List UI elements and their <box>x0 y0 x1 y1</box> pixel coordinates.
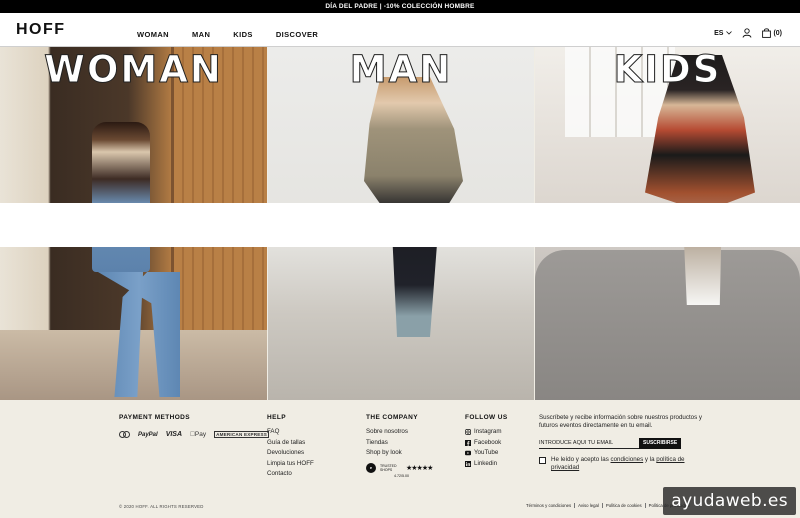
apple-pay-icon: Pay <box>190 431 206 438</box>
language-label: ES <box>714 29 724 37</box>
instagram-icon <box>465 429 471 436</box>
cart-count: (0) <box>773 29 782 37</box>
visa-icon: VISA <box>165 431 183 438</box>
social-link-youtube[interactable]: YouTube <box>465 448 508 459</box>
header-actions: ES (0) <box>714 28 782 38</box>
legal-link-cookies[interactable]: Política de cookies <box>601 503 645 508</box>
man-category-link[interactable]: MAN <box>268 47 534 91</box>
newsletter: Suscríbete y recibe información sobre nu… <box>539 414 709 473</box>
trusted-shops-rating: 4.72/5.00 <box>394 473 409 478</box>
newsletter-email-input[interactable] <box>539 437 639 449</box>
conditions-link[interactable]: condiciones <box>611 456 644 463</box>
mastercard-icon <box>119 431 130 438</box>
newsletter-form: SUSCRIBIRSE <box>539 437 709 449</box>
help-link-returns[interactable]: Devoluciones <box>267 448 314 459</box>
nav-discover[interactable]: DISCOVER <box>276 31 318 39</box>
nav-woman[interactable]: WOMAN <box>137 31 169 39</box>
sofa-image <box>535 250 800 400</box>
company-title: THE COMPANY <box>366 414 418 421</box>
help-link-faq[interactable]: FAQ <box>267 427 314 438</box>
nav-kids[interactable]: KIDS <box>233 31 253 39</box>
copyright: © 2020 HOFF. ALL RIGHTS RESERVED <box>119 504 204 509</box>
facebook-icon <box>465 439 471 446</box>
main-nav: WOMAN MAN KIDS DISCOVER <box>137 31 341 39</box>
subscribe-button[interactable]: SUSCRIBIRSE <box>639 437 682 449</box>
promo-text[interactable]: DÍA DEL PADRE | -10% COLECCIÓN HOMBRE <box>325 3 474 10</box>
newsletter-consent: He leído y acepto las condiciones y la p… <box>539 456 709 473</box>
help-link-size-guide[interactable]: Guía de tallas <box>267 438 314 449</box>
consent-text: He leído y acepto las condiciones y la p… <box>551 456 709 473</box>
consent-prefix: He leído y acepto las <box>551 455 611 463</box>
company-link-about[interactable]: Sobre nosotros <box>366 427 432 438</box>
woman-category-link[interactable]: WOMAN <box>0 47 267 91</box>
legal-link-terms[interactable]: Términos y condiciones <box>526 503 574 508</box>
nav-man[interactable]: MAN <box>192 31 210 39</box>
legal-link-notice[interactable]: Aviso legal <box>574 503 602 508</box>
trusted-shops-label: TRUSTED SHOPS <box>380 463 397 472</box>
language-selector[interactable]: ES <box>714 29 733 37</box>
woman-model-image <box>92 122 150 272</box>
help-link-contact[interactable]: Contacto <box>267 469 314 480</box>
follow-column: FOLLOW US Instagram Facebook YouTube Lin… <box>465 414 508 469</box>
payment-icons: PayPal VISA Pay AMERICAN EXPRESS <box>119 431 270 438</box>
social-link-linkedin[interactable]: Linkedin <box>465 459 508 470</box>
linkedin-icon <box>465 460 471 467</box>
newsletter-text: Suscríbete y recibe información sobre nu… <box>539 414 703 430</box>
category-hero: WOMAN MAN KIDS <box>0 47 800 400</box>
site-header: HOFF WOMAN MAN KIDS DISCOVER ES (0) <box>0 13 800 47</box>
youtube-icon <box>465 451 471 456</box>
hoff-logo[interactable]: HOFF <box>16 22 66 38</box>
trusted-shops-widget[interactable]: e TRUSTED SHOPS ★★★★★ <box>366 462 433 473</box>
company-link-shop-by-look[interactable]: Shop by look <box>366 448 432 459</box>
watermark: ayudaweb.es <box>663 487 796 515</box>
instagram-label: Instagram <box>474 428 502 435</box>
paypal-icon: PayPal <box>138 431 158 438</box>
company-link-stores[interactable]: Tiendas <box>366 438 432 449</box>
help-title: HELP <box>267 414 286 421</box>
cart-button[interactable]: (0) <box>762 28 782 38</box>
consent-middle: y la <box>643 455 657 463</box>
user-icon[interactable] <box>742 28 752 38</box>
rating-stars-icon: ★★★★★ <box>406 464 433 472</box>
kids-category-link[interactable]: KIDS <box>535 47 800 91</box>
chevron-down-icon <box>726 31 733 35</box>
social-link-facebook[interactable]: Facebook <box>465 438 508 449</box>
youtube-label: YouTube <box>474 449 499 456</box>
social-link-instagram[interactable]: Instagram <box>465 427 508 438</box>
facebook-label: Facebook <box>474 438 502 446</box>
help-link-cleaning[interactable]: Limpia tus HOFF <box>267 459 314 470</box>
company-column: THE COMPANY Sobre nosotros Tiendas Shop … <box>366 414 433 478</box>
apple-pay-label: Pay <box>190 431 206 438</box>
payment-title: PAYMENT METHODS <box>119 414 191 421</box>
category-label-band <box>0 203 800 247</box>
consent-checkbox[interactable] <box>539 456 546 464</box>
linkedin-label: Linkedin <box>474 459 498 467</box>
help-column: HELP FAQ Guía de tallas Devoluciones Lim… <box>267 414 314 480</box>
payment-methods: PAYMENT METHODS PayPal VISA Pay AMERICA… <box>119 414 270 438</box>
promo-bar[interactable]: DÍA DEL PADRE | -10% COLECCIÓN HOMBRE <box>0 0 800 13</box>
wooden-door-image <box>171 47 267 357</box>
trusted-shops-icon: e <box>366 462 376 473</box>
amex-icon: AMERICAN EXPRESS <box>214 431 270 438</box>
follow-title: FOLLOW US <box>465 414 508 421</box>
bag-icon <box>762 28 772 38</box>
